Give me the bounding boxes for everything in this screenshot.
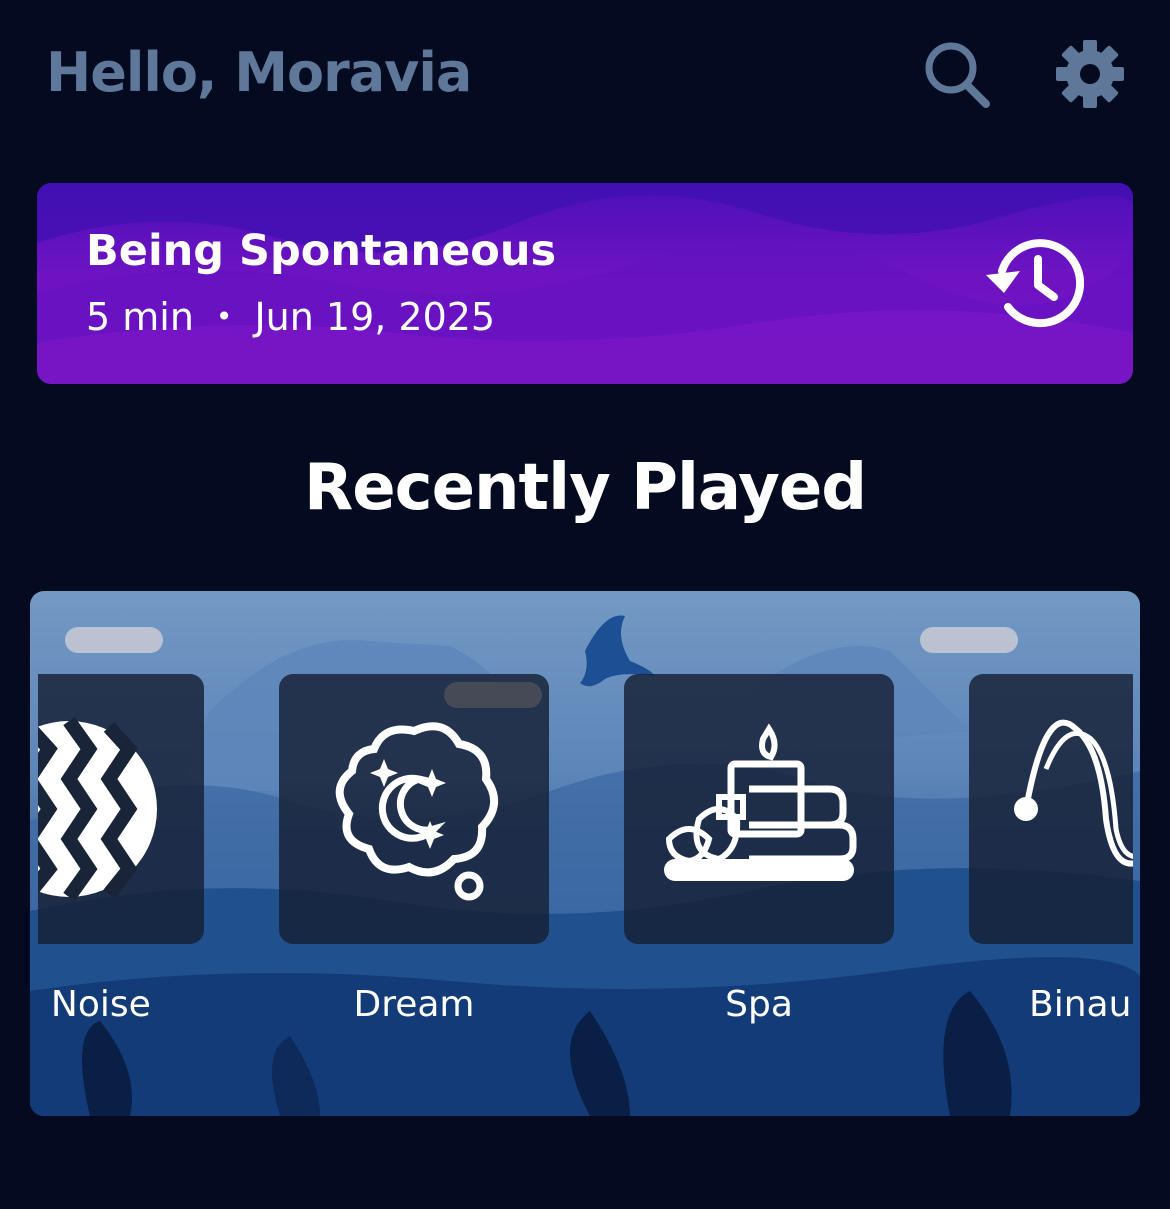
settings-button[interactable] xyxy=(1050,34,1130,114)
decor-pill xyxy=(444,682,542,708)
session-title: Being Spontaneous xyxy=(86,226,557,276)
history-button[interactable] xyxy=(977,233,1087,333)
session-duration: 5 min xyxy=(86,295,194,339)
meta-separator: • xyxy=(215,300,233,333)
mountain-background xyxy=(37,183,1133,384)
track-label: Binau xyxy=(1029,984,1132,1025)
recently-played-carousel[interactable]: wn Noise Dream xyxy=(30,591,1140,1116)
recently-played-title: Recently Played xyxy=(303,451,867,525)
spa-candle-icon xyxy=(664,723,857,881)
track-label: wn Noise xyxy=(38,984,151,1025)
greeting-text: Hello, Moravia xyxy=(46,41,472,104)
top-bar: Hello, Moravia xyxy=(0,0,1170,150)
search-icon xyxy=(925,42,990,108)
search-button[interactable] xyxy=(916,34,996,114)
track-tile-noise[interactable] xyxy=(38,674,204,944)
track-tile-binaural[interactable] xyxy=(969,674,1133,944)
track-label: Spa xyxy=(725,984,793,1025)
last-session-card[interactable]: Being Spontaneous 5 min • Jun 19, 2025 xyxy=(37,183,1133,384)
binaural-wave-icon xyxy=(1014,719,1133,867)
carousel-strip: wn Noise Dream xyxy=(38,591,1133,1116)
session-date: Jun 19, 2025 xyxy=(254,295,496,339)
gear-icon xyxy=(1056,40,1124,108)
history-icon xyxy=(986,239,1084,328)
track-tile-dream[interactable] xyxy=(279,674,549,944)
noise-wave-icon xyxy=(38,716,157,902)
track-label: Dream xyxy=(353,984,475,1025)
dream-cloud-icon xyxy=(335,722,498,901)
track-tile-spa[interactable] xyxy=(624,674,894,944)
session-meta: 5 min • Jun 19, 2025 xyxy=(86,293,495,341)
